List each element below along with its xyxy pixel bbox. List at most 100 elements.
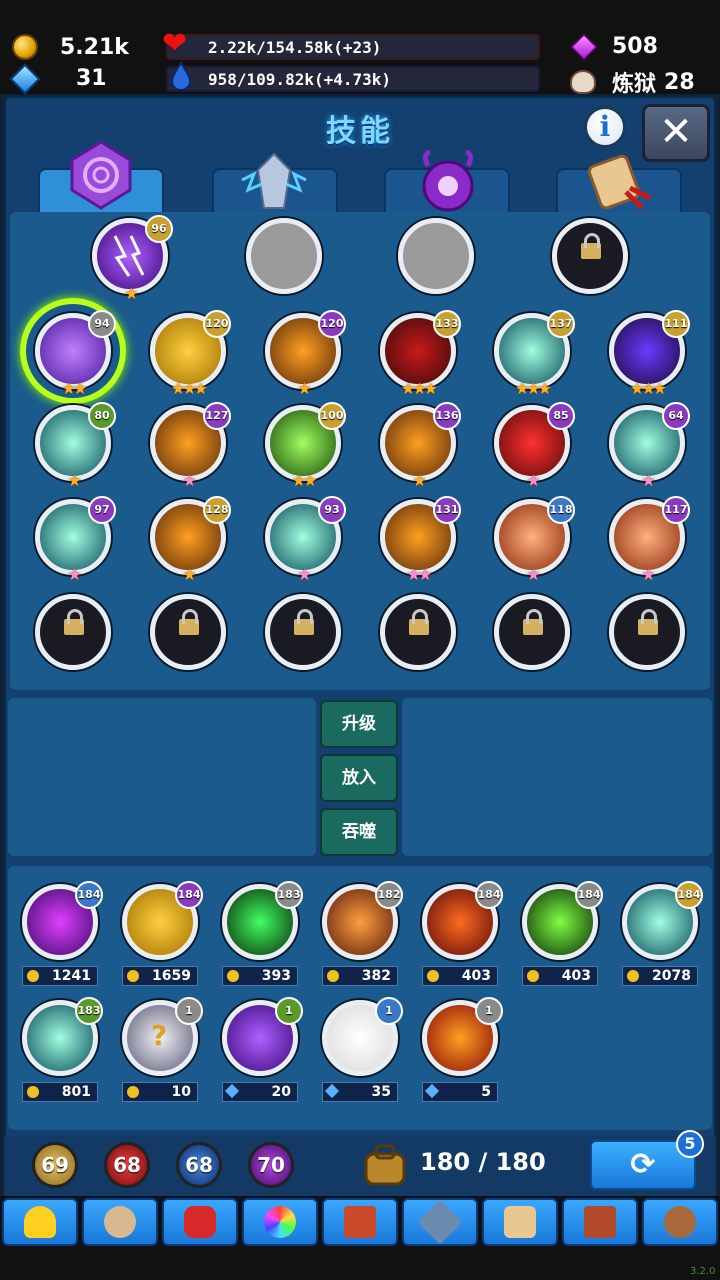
star-rating: ★ bbox=[182, 471, 196, 490]
inventory-skill[interactable]: 184 bbox=[122, 881, 203, 960]
price-tag: 5 bbox=[422, 1082, 498, 1102]
star-rating: ★ bbox=[526, 471, 540, 490]
level-badge: 133 bbox=[433, 310, 461, 338]
rainbow-orb-icon bbox=[264, 1206, 296, 1238]
price-tag: 2078 bbox=[622, 966, 698, 986]
inventory-skill[interactable]: 183 bbox=[222, 881, 303, 960]
gem-icon bbox=[324, 1083, 340, 1099]
nav-scrolls[interactable] bbox=[482, 1198, 558, 1246]
level-badge: 182 bbox=[375, 881, 403, 909]
blue-essence-count: 68 bbox=[176, 1142, 222, 1188]
nav-journal[interactable] bbox=[562, 1198, 638, 1246]
skill-slot[interactable]: 137 ★★★ bbox=[494, 310, 575, 398]
star-rating: ★★ bbox=[291, 471, 318, 490]
inventory-skill[interactable]: 184 bbox=[422, 881, 503, 960]
nav-hero[interactable] bbox=[2, 1198, 78, 1246]
gold-coin-icon bbox=[627, 970, 639, 982]
skill-slot[interactable]: 97 ★ bbox=[35, 496, 116, 584]
level-badge: 127 bbox=[203, 402, 231, 430]
nav-spellbook[interactable] bbox=[322, 1198, 398, 1246]
inventory-skill[interactable]: 184 bbox=[622, 881, 703, 960]
crystal-stat: 508 bbox=[570, 32, 658, 61]
price-tag: 1659 bbox=[122, 966, 198, 986]
price-value: 1241 bbox=[52, 968, 91, 984]
level-badge: 184 bbox=[475, 881, 503, 909]
skill-slot[interactable]: 93 ★ bbox=[265, 496, 346, 584]
level-badge: 183 bbox=[275, 881, 303, 909]
price-tag: 393 bbox=[222, 966, 298, 986]
nav-crystals[interactable] bbox=[402, 1198, 478, 1246]
price-tag: 10 bbox=[122, 1082, 198, 1102]
inventory-skill[interactable]: 184 bbox=[22, 881, 103, 960]
nav-settings[interactable] bbox=[642, 1198, 718, 1246]
locked-slot[interactable] bbox=[265, 594, 341, 670]
level-badge: 93 bbox=[318, 496, 346, 524]
price-value: 1659 bbox=[152, 968, 191, 984]
nav-pets[interactable] bbox=[82, 1198, 158, 1246]
level-badge: 118 bbox=[547, 496, 575, 524]
locked-slot[interactable] bbox=[150, 594, 226, 670]
inventory-skill[interactable]: 182 bbox=[322, 881, 403, 960]
price-tag: 1241 bbox=[22, 966, 98, 986]
locked-slot[interactable] bbox=[35, 594, 111, 670]
gem-icon bbox=[424, 1083, 440, 1099]
level-badge: 136 bbox=[433, 402, 461, 430]
level-badge: 184 bbox=[675, 881, 703, 909]
equipped-slot-2[interactable] bbox=[246, 218, 322, 294]
price-tag: 801 bbox=[22, 1082, 98, 1102]
upgrade-button[interactable]: 升级 bbox=[320, 700, 398, 748]
skill-slot[interactable]: 94 ★★ bbox=[35, 310, 116, 398]
devour-button[interactable]: 吞噬 bbox=[320, 808, 398, 856]
skill-slot[interactable]: 127 ★ bbox=[150, 402, 231, 490]
inventory-skill[interactable]: 184 bbox=[522, 881, 603, 960]
skill-slot[interactable]: 120 ★ bbox=[265, 310, 346, 398]
star-rating: ★★★ bbox=[514, 379, 552, 398]
skill-slot[interactable]: 118 ★ bbox=[494, 496, 575, 584]
equipped-slot-3[interactable] bbox=[398, 218, 474, 294]
inventory-skill[interactable]: 1 bbox=[422, 997, 503, 1076]
level-badge: 111 bbox=[662, 310, 690, 338]
nav-dragon[interactable] bbox=[162, 1198, 238, 1246]
equipped-slot-4-locked[interactable] bbox=[552, 218, 628, 294]
hero-icon bbox=[24, 1206, 56, 1238]
spellbook-icon bbox=[344, 1206, 376, 1238]
skill-slot[interactable]: 131 ★★ bbox=[380, 496, 461, 584]
skill-slot[interactable]: 117 ★ bbox=[609, 496, 690, 584]
lock-icon bbox=[581, 233, 601, 259]
info-button[interactable]: i bbox=[584, 106, 626, 148]
gold-stat: 5.21k bbox=[12, 34, 129, 60]
skill-slot[interactable]: 136 ★ bbox=[380, 402, 461, 490]
gold-coin-icon bbox=[127, 970, 139, 982]
skill-slot[interactable]: 128 ★ bbox=[150, 496, 231, 584]
level-badge: 1 bbox=[375, 997, 403, 1025]
level-badge: 131 bbox=[433, 496, 461, 524]
skill-slot[interactable]: 85 ★ bbox=[494, 402, 575, 490]
gold-coin-icon bbox=[327, 970, 339, 982]
inventory-mystery-egg[interactable]: 1? bbox=[122, 997, 203, 1076]
insert-button[interactable]: 放入 bbox=[320, 754, 398, 802]
dungeon-level: 28 bbox=[664, 69, 695, 95]
red-essence-count: 68 bbox=[104, 1142, 150, 1188]
skill-slot[interactable]: 133 ★★★ bbox=[380, 310, 461, 398]
skill-slot[interactable]: 120 ★★★ bbox=[150, 310, 231, 398]
locked-slot[interactable] bbox=[494, 594, 570, 670]
star-rating: ★ bbox=[124, 284, 138, 303]
gold-coin-icon bbox=[427, 970, 439, 982]
inventory-skill[interactable]: 183 bbox=[22, 997, 103, 1076]
price-value: 403 bbox=[561, 968, 591, 984]
star-rating: ★ bbox=[297, 565, 311, 584]
nav-orbs[interactable] bbox=[242, 1198, 318, 1246]
level-badge: 96 bbox=[145, 215, 173, 243]
gem-stat: 31 bbox=[9, 62, 107, 95]
skill-slot[interactable]: 80 ★ bbox=[35, 402, 116, 490]
equipped-slot-1[interactable]: 96 ★ bbox=[92, 215, 173, 303]
skill-slot[interactable]: 64 ★ bbox=[609, 402, 690, 490]
skill-slot[interactable]: 100 ★★ bbox=[265, 402, 346, 490]
inventory-skill[interactable]: 1 bbox=[222, 997, 303, 1076]
gold-coin-icon bbox=[27, 1086, 39, 1098]
inventory-skill[interactable]: 1 bbox=[322, 997, 403, 1076]
locked-slot[interactable] bbox=[380, 594, 456, 670]
star-rating: ★★ bbox=[61, 379, 88, 398]
skill-slot[interactable]: 111 ★★★ bbox=[609, 310, 690, 398]
locked-slot[interactable] bbox=[609, 594, 685, 670]
